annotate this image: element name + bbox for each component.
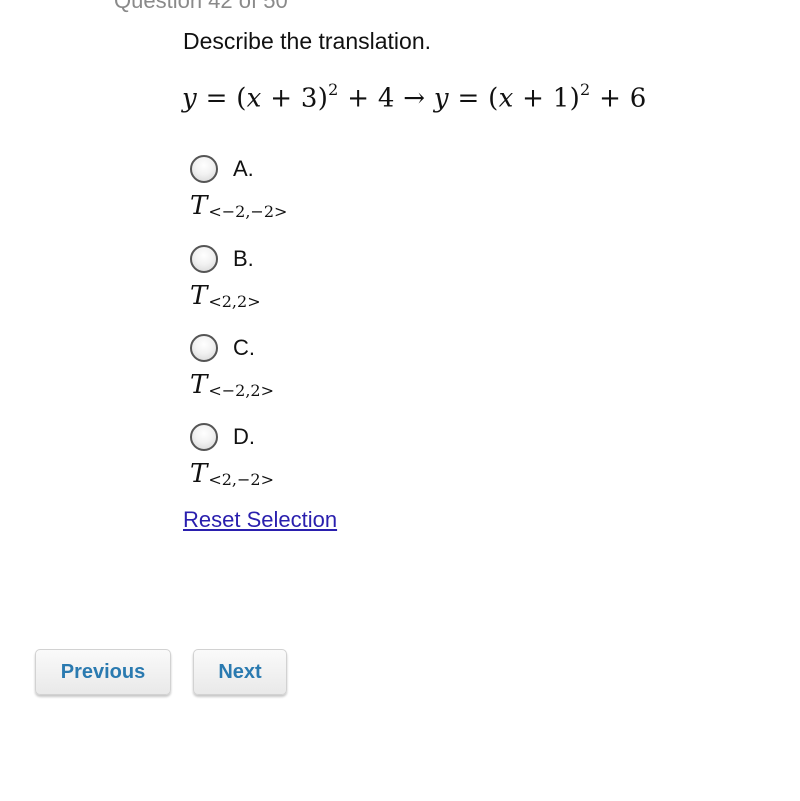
option-b-radio-row[interactable]: B. [190,245,261,273]
option-answer: T<−2,2> [190,370,274,400]
radio-button-icon[interactable] [190,334,218,362]
eq-rhs-exponent: 2 [580,80,591,99]
eq-lhs-x: x [246,83,262,114]
translation-symbol: T [190,370,208,400]
option-letter: D. [233,424,255,449]
eq-lhs-var: y [182,83,197,114]
question-prompt: Describe the translation. [183,28,432,54]
eq-rhs-tail: + 6 [590,83,647,114]
translation-symbol: T [190,459,208,489]
radio-button-icon[interactable] [190,245,218,273]
option-answer: T<2,−2> [190,459,274,489]
translation-symbol: T [190,191,208,221]
equation: y = (x + 3)2 + 4 → y = (x + 1)2 + 6 [182,80,647,114]
option-letter: A. [233,156,254,181]
option-c-radio-row[interactable]: C. [190,334,274,362]
translation-vector: <−2,2> [208,381,275,400]
eq-rhs-var: y [433,83,449,114]
reset-selection-link[interactable]: Reset Selection [183,507,337,533]
eq-rhs-inner: + 1) [513,83,581,114]
eq-lhs-inner: + 3) [261,83,329,114]
next-button[interactable]: Next [193,649,287,695]
translation-vector: <−2,−2> [208,202,288,221]
translation-vector: <2,−2> [208,470,275,489]
eq-rhs-x: x [498,83,514,114]
radio-button-icon[interactable] [190,423,218,451]
option-c: C. T<−2,2> [190,334,274,400]
previous-button[interactable]: Previous [35,649,171,695]
option-answer: T<−2,−2> [190,191,287,221]
option-a-radio-row[interactable]: A. [190,155,287,183]
option-letter: C. [233,335,255,360]
eq-lhs-tail: + 4 → [338,83,434,114]
radio-button-icon[interactable] [190,155,218,183]
option-answer: T<2,2> [190,281,261,311]
question-counter: Question 42 of 50 [114,0,288,13]
option-b: B. T<2,2> [190,245,261,311]
option-letter: B. [233,246,254,271]
option-a: A. T<−2,−2> [190,155,287,221]
eq-lhs-eq: = ( [197,83,247,114]
eq-lhs-exponent: 2 [328,80,339,99]
eq-rhs-eq: = ( [448,83,499,114]
translation-symbol: T [190,281,208,311]
option-d-radio-row[interactable]: D. [190,423,274,451]
translation-vector: <2,2> [208,292,261,311]
option-d: D. T<2,−2> [190,423,274,489]
